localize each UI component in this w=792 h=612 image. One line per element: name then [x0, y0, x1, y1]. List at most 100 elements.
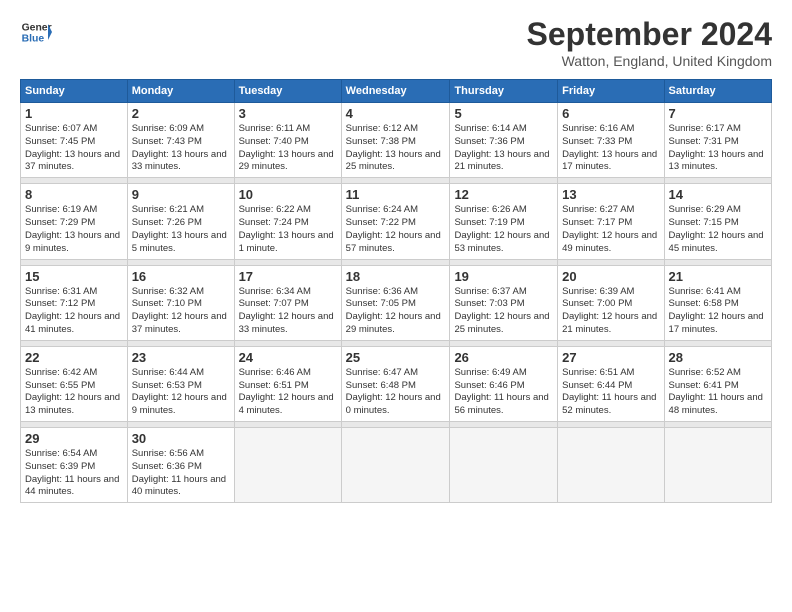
day-number: 5 [454, 106, 553, 121]
day-number: 28 [669, 350, 767, 365]
calendar-cell [558, 428, 664, 503]
day-info: Sunrise: 6:41 AM Sunset: 6:58 PM Dayligh… [669, 286, 767, 337]
col-sunday: Sunday [21, 80, 128, 103]
day-number: 13 [562, 187, 659, 202]
day-info: Sunrise: 6:39 AM Sunset: 7:00 PM Dayligh… [562, 286, 659, 337]
day-info: Sunrise: 6:16 AM Sunset: 7:33 PM Dayligh… [562, 123, 659, 174]
day-number: 9 [132, 187, 230, 202]
calendar-cell: 16 Sunrise: 6:32 AM Sunset: 7:10 PM Dayli… [127, 265, 234, 340]
calendar-cell: 8 Sunrise: 6:19 AM Sunset: 7:29 PM Daylig… [21, 184, 128, 259]
day-number: 1 [25, 106, 123, 121]
week-row-1: 1Sunrise: 6:07 AM Sunset: 7:45 PM Daylig… [21, 103, 772, 178]
calendar-cell: 10 Sunrise: 6:22 AM Sunset: 7:24 PM Dayli… [234, 184, 341, 259]
calendar-cell: 20 Sunrise: 6:39 AM Sunset: 7:00 PM Dayli… [558, 265, 664, 340]
calendar-cell: 21Sunrise: 6:41 AM Sunset: 6:58 PM Dayli… [664, 265, 771, 340]
day-number: 17 [239, 269, 337, 284]
svg-text:General: General [22, 22, 52, 33]
day-info: Sunrise: 6:31 AM Sunset: 7:12 PM Dayligh… [25, 286, 123, 337]
day-number: 29 [25, 431, 123, 446]
day-number: 20 [562, 269, 659, 284]
calendar-cell: 23Sunrise: 6:44 AM Sunset: 6:53 PM Dayli… [127, 346, 234, 421]
day-number: 3 [239, 106, 337, 121]
calendar-header-row: Sunday Monday Tuesday Wednesday Thursday… [21, 80, 772, 103]
calendar-cell: 13 Sunrise: 6:27 AM Sunset: 7:17 PM Dayli… [558, 184, 664, 259]
calendar-table: Sunday Monday Tuesday Wednesday Thursday… [20, 79, 772, 503]
calendar-cell: 26Sunrise: 6:49 AM Sunset: 6:46 PM Dayli… [450, 346, 558, 421]
col-monday: Monday [127, 80, 234, 103]
day-info: Sunrise: 6:47 AM Sunset: 6:48 PM Dayligh… [346, 367, 446, 418]
day-info: Sunrise: 6:46 AM Sunset: 6:51 PM Dayligh… [239, 367, 337, 418]
day-number: 14 [669, 187, 767, 202]
day-info: Sunrise: 6:32 AM Sunset: 7:10 PM Dayligh… [132, 286, 230, 337]
col-tuesday: Tuesday [234, 80, 341, 103]
day-info: Sunrise: 6:19 AM Sunset: 7:29 PM Dayligh… [25, 204, 123, 255]
day-number: 24 [239, 350, 337, 365]
day-number: 4 [346, 106, 446, 121]
day-info: Sunrise: 6:14 AM Sunset: 7:36 PM Dayligh… [454, 123, 553, 174]
calendar-cell: 15 Sunrise: 6:31 AM Sunset: 7:12 PM Dayli… [21, 265, 128, 340]
svg-text:Blue: Blue [22, 34, 45, 45]
logo-icon: General Blue [20, 16, 52, 48]
calendar-cell: 30 Sunrise: 6:56 AM Sunset: 6:36 PM Dayli… [127, 428, 234, 503]
day-number: 18 [346, 269, 446, 284]
day-info: Sunrise: 6:56 AM Sunset: 6:36 PM Dayligh… [132, 448, 230, 499]
calendar-cell: 6 Sunrise: 6:16 AM Sunset: 7:33 PM Daylig… [558, 103, 664, 178]
day-number: 10 [239, 187, 337, 202]
calendar-cell: 5 Sunrise: 6:14 AM Sunset: 7:36 PM Daylig… [450, 103, 558, 178]
calendar-cell: 29 Sunrise: 6:54 AM Sunset: 6:39 PM Dayli… [21, 428, 128, 503]
calendar-cell: 12Sunrise: 6:26 AM Sunset: 7:19 PM Dayli… [450, 184, 558, 259]
day-number: 15 [25, 269, 123, 284]
day-info: Sunrise: 6:11 AM Sunset: 7:40 PM Dayligh… [239, 123, 337, 174]
day-number: 19 [454, 269, 553, 284]
calendar-cell: 11 Sunrise: 6:24 AM Sunset: 7:22 PM Dayli… [341, 184, 450, 259]
week-row-5: 29 Sunrise: 6:54 AM Sunset: 6:39 PM Dayli… [21, 428, 772, 503]
day-info: Sunrise: 6:54 AM Sunset: 6:39 PM Dayligh… [25, 448, 123, 499]
day-info: Sunrise: 6:37 AM Sunset: 7:03 PM Dayligh… [454, 286, 553, 337]
col-friday: Friday [558, 80, 664, 103]
location: Watton, England, United Kingdom [527, 53, 772, 69]
calendar-cell: 4 Sunrise: 6:12 AM Sunset: 7:38 PM Daylig… [341, 103, 450, 178]
title-area: September 2024 Watton, England, United K… [527, 16, 772, 69]
day-info: Sunrise: 6:29 AM Sunset: 7:15 PM Dayligh… [669, 204, 767, 255]
calendar-cell: 24 Sunrise: 6:46 AM Sunset: 6:51 PM Dayli… [234, 346, 341, 421]
day-info: Sunrise: 6:52 AM Sunset: 6:41 PM Dayligh… [669, 367, 767, 418]
day-number: 30 [132, 431, 230, 446]
day-number: 25 [346, 350, 446, 365]
calendar-cell: 1Sunrise: 6:07 AM Sunset: 7:45 PM Daylig… [21, 103, 128, 178]
calendar-cell: 9 Sunrise: 6:21 AM Sunset: 7:26 PM Daylig… [127, 184, 234, 259]
week-row-3: 15 Sunrise: 6:31 AM Sunset: 7:12 PM Dayli… [21, 265, 772, 340]
day-number: 8 [25, 187, 123, 202]
day-info: Sunrise: 6:27 AM Sunset: 7:17 PM Dayligh… [562, 204, 659, 255]
calendar-cell [450, 428, 558, 503]
day-number: 23 [132, 350, 230, 365]
day-info: Sunrise: 6:12 AM Sunset: 7:38 PM Dayligh… [346, 123, 446, 174]
day-info: Sunrise: 6:22 AM Sunset: 7:24 PM Dayligh… [239, 204, 337, 255]
calendar-cell [664, 428, 771, 503]
calendar-cell [341, 428, 450, 503]
header: General Blue September 2024 Watton, Engl… [20, 16, 772, 69]
col-saturday: Saturday [664, 80, 771, 103]
day-number: 11 [346, 187, 446, 202]
day-info: Sunrise: 6:17 AM Sunset: 7:31 PM Dayligh… [669, 123, 767, 174]
calendar-cell: 19 Sunrise: 6:37 AM Sunset: 7:03 PM Dayli… [450, 265, 558, 340]
day-info: Sunrise: 6:21 AM Sunset: 7:26 PM Dayligh… [132, 204, 230, 255]
day-number: 16 [132, 269, 230, 284]
week-row-2: 8 Sunrise: 6:19 AM Sunset: 7:29 PM Daylig… [21, 184, 772, 259]
logo: General Blue [20, 16, 52, 48]
day-info: Sunrise: 6:34 AM Sunset: 7:07 PM Dayligh… [239, 286, 337, 337]
day-number: 26 [454, 350, 553, 365]
day-info: Sunrise: 6:51 AM Sunset: 6:44 PM Dayligh… [562, 367, 659, 418]
day-info: Sunrise: 6:26 AM Sunset: 7:19 PM Dayligh… [454, 204, 553, 255]
day-info: Sunrise: 6:36 AM Sunset: 7:05 PM Dayligh… [346, 286, 446, 337]
day-number: 6 [562, 106, 659, 121]
day-number: 22 [25, 350, 123, 365]
calendar-cell: 2Sunrise: 6:09 AM Sunset: 7:43 PM Daylig… [127, 103, 234, 178]
week-row-4: 22Sunrise: 6:42 AM Sunset: 6:55 PM Dayli… [21, 346, 772, 421]
day-info: Sunrise: 6:24 AM Sunset: 7:22 PM Dayligh… [346, 204, 446, 255]
calendar-cell: 3 Sunrise: 6:11 AM Sunset: 7:40 PM Daylig… [234, 103, 341, 178]
col-thursday: Thursday [450, 80, 558, 103]
day-number: 2 [132, 106, 230, 121]
calendar-cell [234, 428, 341, 503]
page: General Blue September 2024 Watton, Engl… [0, 0, 792, 612]
day-number: 27 [562, 350, 659, 365]
